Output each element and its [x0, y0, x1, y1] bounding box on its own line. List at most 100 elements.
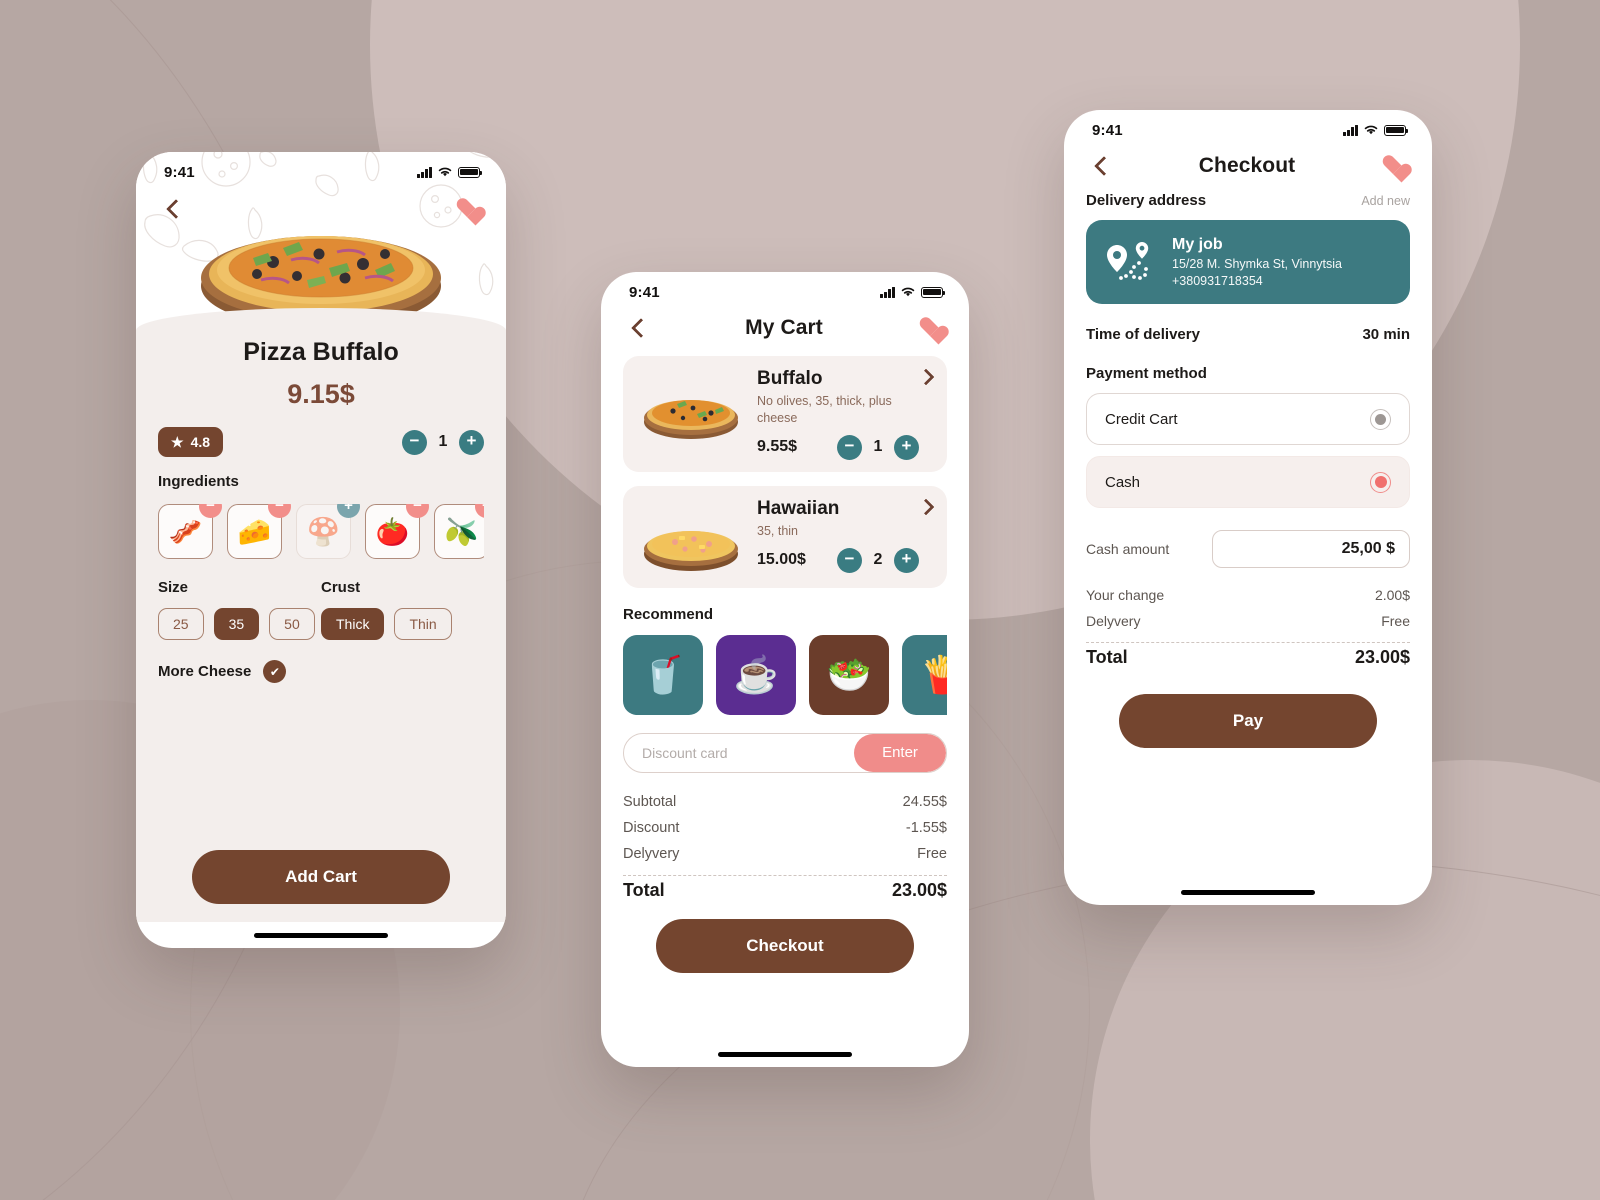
cart-navbar: My Cart: [601, 312, 969, 340]
favorite-heart-icon[interactable]: [1382, 155, 1406, 177]
cart-item-price-row: 15.00$ − 2 +: [757, 547, 919, 573]
more-cheese-row[interactable]: More Cheese ✔: [158, 660, 484, 683]
size-option-35[interactable]: 35: [213, 608, 260, 640]
summary-label: Delyvery: [623, 845, 680, 862]
favorite-heart-icon[interactable]: [456, 198, 480, 220]
wifi-icon: [1364, 125, 1378, 135]
cart-summary: Subtotal 24.55$ Discount -1.55$ Delyvery…: [623, 789, 947, 901]
cash-amount-input[interactable]: 25,00 $: [1212, 530, 1410, 568]
battery-icon: [458, 166, 483, 178]
favorite-heart-icon[interactable]: [919, 317, 943, 339]
summary-row-discount: Discount -1.55$: [623, 815, 947, 841]
summary-divider: [1086, 642, 1410, 643]
discount-card-input[interactable]: [624, 744, 854, 761]
delivery-address-label: Delivery address: [1086, 192, 1207, 209]
hawaiian-pizza-photo: [644, 530, 738, 571]
summary-value: Free: [917, 845, 947, 862]
phone-screen-product-detail: 9:41 Pizza Buffalo 9.15$ ★ 4.8 − 1 + Ing…: [136, 152, 506, 948]
cart-item-image: [637, 368, 745, 446]
phone-screen-cart: 9:41 My Cart Buffalo No olives, 35, thic…: [601, 272, 969, 1067]
back-button[interactable]: [627, 317, 649, 339]
recommend-list: 🥤 ☕ 🥗 🍟: [623, 634, 947, 715]
ingredient-ham[interactable]: 🥓 −: [158, 504, 222, 559]
cart-increment-button[interactable]: +: [894, 434, 919, 460]
cash-amount-value: 25,00 $: [1341, 540, 1395, 557]
pay-button[interactable]: Pay: [1119, 694, 1377, 748]
add-to-cart-button[interactable]: Add Cart: [192, 850, 450, 904]
rating-value: 4.8: [190, 434, 211, 450]
cart-item-price: 15.00$: [757, 551, 806, 569]
delivery-address-card[interactable]: My job 15/28 M. Shymka St, Vinnytsia +38…: [1086, 220, 1410, 304]
checkout-button[interactable]: Checkout: [656, 918, 914, 973]
total-label: Total: [623, 879, 665, 900]
rating-badge: ★ 4.8: [158, 427, 224, 457]
cart-item-details-chevron-icon[interactable]: [919, 500, 933, 514]
radio-selected-icon[interactable]: [1370, 471, 1391, 493]
total-label: Total: [1086, 647, 1128, 667]
recommend-item-salad[interactable]: 🥗: [809, 634, 889, 715]
map-pin-route-icon: [1107, 242, 1149, 280]
page-title: My Cart: [745, 316, 823, 339]
status-icons: [417, 166, 483, 178]
size-option-25[interactable]: 25: [158, 608, 204, 640]
home-indicator: [136, 922, 506, 948]
crust-option-thick[interactable]: Thick: [321, 608, 385, 640]
payment-option-label: Cash: [1105, 473, 1141, 491]
home-indicator: [601, 1041, 969, 1067]
star-icon: ★: [171, 434, 184, 450]
size-option-50[interactable]: 50: [269, 608, 315, 640]
cart-quantity-value: 2: [873, 551, 883, 569]
summary-value: 24.55$: [902, 793, 947, 810]
product-price: 9.15$: [287, 379, 355, 409]
cellular-signal-icon: [417, 166, 432, 178]
detail-navbar: [136, 194, 506, 220]
summary-row-total: Total 23.00$: [1086, 647, 1410, 668]
recommend-item-coffee[interactable]: ☕: [716, 634, 796, 715]
cart-body: Buffalo No olives, 35, thick, plus chees…: [601, 340, 969, 1041]
payment-method-label: Payment method: [1086, 365, 1207, 382]
discount-enter-button[interactable]: Enter: [854, 733, 946, 772]
summary-divider: [623, 874, 947, 876]
radio-unselected-icon[interactable]: [1370, 408, 1391, 430]
back-button[interactable]: [162, 198, 184, 220]
recommend-item-cola[interactable]: 🥤: [623, 634, 703, 715]
address-title: My job: [1172, 236, 1223, 253]
summary-label: Delyvery: [1086, 613, 1141, 629]
summary-value: Free: [1381, 613, 1410, 629]
ingredient-mushroom[interactable]: 🍄 +: [296, 504, 360, 559]
cash-amount-row: Cash amount 25,00 $: [1086, 530, 1410, 568]
payment-option-label: Credit Cart: [1105, 410, 1178, 428]
ingredient-tomato[interactable]: 🍅 −: [365, 504, 429, 559]
recommend-item-fries[interactable]: 🍟: [902, 634, 947, 715]
more-cheese-checkbox[interactable]: ✔: [263, 660, 287, 683]
summary-value: 2.00$: [1374, 587, 1410, 603]
payment-option-credit-card[interactable]: Credit Cart: [1086, 393, 1410, 445]
summary-value: -1.55$: [905, 819, 947, 836]
status-icons: [1343, 124, 1409, 136]
discount-card-field: Enter: [623, 732, 947, 773]
status-bar: 9:41: [601, 272, 969, 312]
total-value: 23.00$: [891, 879, 947, 900]
cart-decrement-button[interactable]: −: [837, 547, 862, 573]
cart-item-name: Buffalo: [757, 368, 823, 389]
wifi-icon: [438, 167, 452, 177]
phone-screen-checkout: 9:41 Checkout Delivery address Add new M…: [1064, 110, 1432, 905]
cart-increment-button[interactable]: +: [894, 547, 919, 573]
payment-option-cash[interactable]: Cash: [1086, 456, 1410, 508]
address-text-block: My job 15/28 M. Shymka St, Vinnytsia +38…: [1172, 236, 1342, 288]
quantity-increment-button[interactable]: +: [459, 429, 484, 455]
cart-item-details-chevron-icon[interactable]: [919, 370, 933, 384]
cart-decrement-button[interactable]: −: [837, 434, 862, 460]
cart-item-price: 9.55$: [757, 438, 798, 456]
ingredient-cheese[interactable]: 🧀 −: [227, 504, 291, 559]
ingredient-olives[interactable]: 🫒 −: [434, 504, 484, 559]
crust-option-thin[interactable]: Thin: [394, 608, 452, 640]
options-row: Size 25 35 50 Crust Thick Thin: [158, 579, 484, 640]
quantity-decrement-button[interactable]: −: [402, 429, 427, 455]
summary-label: Your change: [1086, 587, 1165, 603]
back-button[interactable]: [1090, 155, 1112, 177]
recommend-label: Recommend: [623, 605, 714, 623]
add-new-address-link[interactable]: Add new: [1361, 194, 1410, 208]
delivery-address-header: Delivery address Add new: [1086, 192, 1410, 209]
delivery-time-value: 30 min: [1362, 326, 1410, 343]
